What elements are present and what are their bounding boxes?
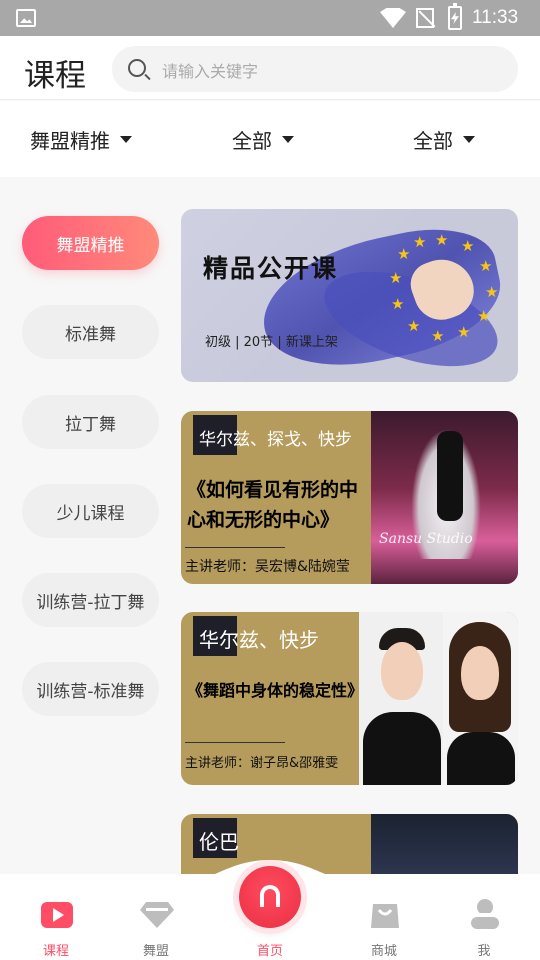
lesson-title-line2: 心和无形的中心》 xyxy=(187,509,340,531)
chevron-down-icon xyxy=(463,136,475,143)
dancer-partner xyxy=(437,431,463,521)
category-standard[interactable]: 标准舞 xyxy=(22,305,159,359)
nav-label: 舞盟 xyxy=(142,944,169,959)
profile-icon xyxy=(471,899,499,929)
shirt xyxy=(447,732,515,785)
card-title: 精品公开课 xyxy=(203,254,339,283)
filter-type-dropdown[interactable]: 全部 xyxy=(232,125,294,154)
nav-course[interactable]: 课程 xyxy=(2,874,110,960)
gallery-notification-icon xyxy=(16,9,36,27)
filter-level-dropdown[interactable]: 全部 xyxy=(413,125,475,154)
divider xyxy=(185,547,285,548)
shirt xyxy=(363,712,441,785)
page-title: 课程 xyxy=(24,58,86,94)
filter-label: 全部 xyxy=(232,129,272,153)
wifi-icon xyxy=(380,8,406,28)
category-camp-standard[interactable]: 训练营-标准舞 xyxy=(22,662,159,716)
top-header: 课程 请输入关键字 xyxy=(0,36,540,100)
filter-recommend-dropdown[interactable]: 舞盟精推 xyxy=(30,125,132,154)
teacher-name: 主讲老师：吴宏博&陆婉莹 xyxy=(185,559,350,575)
filter-label: 全部 xyxy=(413,129,453,153)
search-placeholder: 请输入关键字 xyxy=(162,62,259,81)
teacher-name: 主讲老师：谢子昂&邵雅雯 xyxy=(185,756,339,771)
lesson-title-line1: 《如何看见有形的中 xyxy=(187,479,359,501)
course-card-stability[interactable]: 华尔兹、快步 《舞蹈中身体的稳定性》 主讲老师：谢子昂&邵雅雯 xyxy=(181,612,518,785)
nav-label: 我 xyxy=(477,944,491,959)
nav-home-button[interactable] xyxy=(239,866,301,928)
course-card-open-class[interactable]: ★ ★ ★ ★ ★ ★ ★ ★ ★ ★ ★ ★ 精品公开课 初级 | 20节 |… xyxy=(181,209,518,382)
diamond-icon xyxy=(140,902,174,928)
home-icon xyxy=(260,885,280,907)
category-kids[interactable]: 少儿课程 xyxy=(22,484,159,538)
nav-home-label: 首页 xyxy=(256,944,283,959)
teacher-photo-female xyxy=(443,612,518,785)
status-time: 11:33 xyxy=(472,7,519,28)
search-icon xyxy=(128,59,146,77)
dance-tags: 华尔兹、探戈、快步 xyxy=(199,430,352,450)
face xyxy=(461,646,499,700)
nav-league[interactable]: 舞盟 xyxy=(102,874,210,960)
status-bar: 11:33 xyxy=(0,0,540,36)
battery-charging-icon xyxy=(448,3,462,30)
category-camp-latin[interactable]: 训练营-拉丁舞 xyxy=(22,573,159,627)
card-info: 初级 | 20节 | 新课上架 xyxy=(205,335,338,350)
nav-label: 商城 xyxy=(370,944,397,959)
face xyxy=(381,642,423,700)
nav-mall[interactable]: 商城 xyxy=(330,874,438,960)
nav-label: 课程 xyxy=(42,944,69,959)
chevron-down-icon xyxy=(120,136,132,143)
lesson-title: 《舞蹈中身体的稳定性》 xyxy=(187,681,364,700)
search-input[interactable]: 请输入关键字 xyxy=(112,46,518,92)
course-play-icon xyxy=(41,902,73,928)
photo-watermark: Sansu Studio xyxy=(379,531,473,547)
filter-bar: 舞盟精推 全部 全部 xyxy=(0,101,540,177)
dancers-photo: Sansu Studio xyxy=(371,411,518,584)
dance-tags: 华尔兹、快步 xyxy=(199,628,319,652)
nav-me[interactable]: 我 xyxy=(430,874,538,960)
no-signal-icon xyxy=(416,8,434,28)
category-latin[interactable]: 拉丁舞 xyxy=(22,395,159,449)
chevron-down-icon xyxy=(282,136,294,143)
category-recommend[interactable]: 舞盟精推 xyxy=(22,216,159,270)
dance-tags: 伦巴 xyxy=(199,830,239,854)
course-card-center[interactable]: 华尔兹、探戈、快步 《如何看见有形的中 心和无形的中心》 主讲老师：吴宏博&陆婉… xyxy=(181,411,518,584)
divider xyxy=(185,742,285,743)
shopping-bag-icon xyxy=(371,904,399,928)
filter-label: 舞盟精推 xyxy=(30,129,110,153)
teacher-photo-male xyxy=(359,612,443,785)
